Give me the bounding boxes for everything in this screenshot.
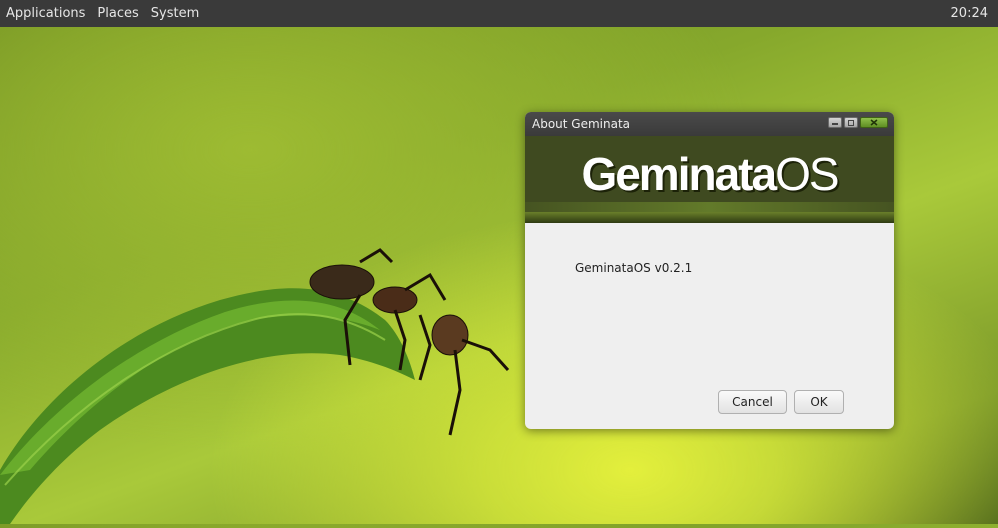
cancel-button[interactable]: Cancel — [718, 390, 787, 414]
places-menu[interactable]: Places — [91, 6, 144, 21]
close-icon[interactable] — [860, 117, 888, 128]
applications-menu[interactable]: Applications — [0, 6, 91, 21]
logo-banner: GeminataOS — [525, 136, 894, 212]
banner-divider — [525, 212, 894, 223]
dialog-content: GeminataOS v0.2.1 Cancel OK — [525, 223, 894, 429]
version-label: GeminataOS v0.2.1 — [575, 261, 693, 275]
clock[interactable]: 20:24 — [951, 6, 998, 21]
ok-button[interactable]: OK — [794, 390, 844, 414]
geminata-logo: GeminataOS — [581, 148, 839, 200]
window-controls — [828, 117, 888, 128]
dialog-title: About Geminata — [532, 117, 631, 131]
about-dialog: About Geminata GeminataOS GeminataOS v0.… — [525, 112, 894, 429]
minimize-icon[interactable] — [828, 117, 842, 128]
dialog-titlebar[interactable]: About Geminata — [525, 112, 894, 136]
maximize-icon[interactable] — [844, 117, 858, 128]
top-panel: Applications Places System 20:24 — [0, 0, 998, 27]
system-menu[interactable]: System — [145, 6, 205, 21]
